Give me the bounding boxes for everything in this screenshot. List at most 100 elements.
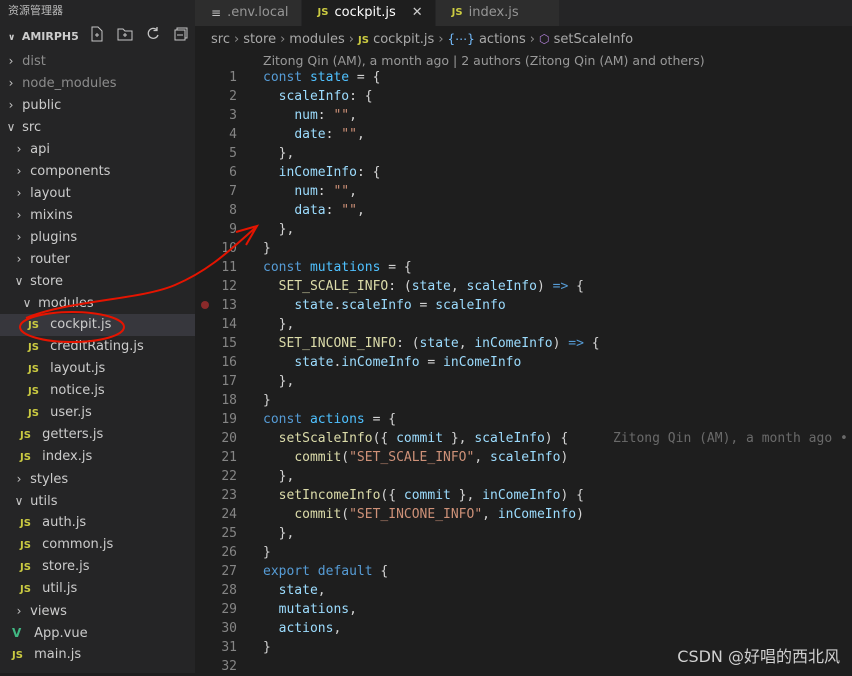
tree-item-utils[interactable]: ∨ utils (0, 490, 195, 512)
tab-env-local[interactable]: ≡ .env.local (195, 0, 302, 26)
code-line: 21 commit("SET_SCALE_INFO", scaleInfo) (195, 448, 852, 467)
collapse-all-icon[interactable] (173, 26, 189, 42)
editor-tabs: ≡ .env.local JS cockpit.js ✕ JS index.js (195, 0, 852, 26)
tree-item-plugins[interactable]: › plugins (0, 226, 195, 248)
tab-index-js[interactable]: JS index.js (435, 0, 560, 26)
tree-item-node-modules[interactable]: › node_modules (0, 72, 195, 94)
tree-label: layout (30, 186, 71, 201)
close-icon[interactable]: ✕ (412, 0, 423, 26)
js-file-icon: JS (20, 562, 31, 573)
breadcrumb-src[interactable]: src (211, 32, 230, 47)
chevron-right-icon: › (529, 32, 535, 47)
project-header[interactable]: ∨ AMIRPH5 (0, 26, 195, 48)
tree-item-cockpit-js[interactable]: JS cockpit.js (0, 314, 195, 336)
code-line: 7 num: "", (195, 182, 852, 201)
js-file-icon: JS (20, 584, 31, 595)
tree-label: common.js (42, 537, 114, 552)
tree-item-store[interactable]: ∨ store (0, 270, 195, 292)
tree-label: mixins (30, 208, 73, 223)
line-number: 25 (221, 526, 237, 541)
code-line: 2 scaleInfo: { (195, 87, 852, 106)
breadcrumb-function[interactable]: setScaleInfo (554, 32, 633, 47)
blame-header[interactable]: Zitong Qin (AM), a month ago | 2 authors… (263, 53, 705, 68)
line-number: 5 (229, 146, 237, 161)
tree-item-mixins[interactable]: › mixins (0, 204, 195, 226)
tree-label: api (30, 142, 50, 157)
tab-label: index.js (468, 5, 519, 20)
chevron-right-icon: › (8, 98, 14, 112)
line-number: 12 (221, 279, 237, 294)
tree-item-app-vue[interactable]: V App.vue (0, 622, 195, 644)
tree-item-modules[interactable]: ∨ modules (0, 292, 195, 314)
tree-item-notice-js[interactable]: JS notice.js (0, 380, 195, 402)
line-number: 16 (221, 355, 237, 370)
tree-label: notice.js (50, 383, 105, 398)
chevron-right-icon: › (16, 230, 22, 244)
breadcrumb-actions[interactable]: actions (479, 32, 526, 47)
code-line: 26} (195, 543, 852, 562)
tree-item-getters-js[interactable]: JS getters.js (0, 424, 195, 446)
tree-item-main-js[interactable]: JS main.js (0, 644, 195, 666)
line-number: 11 (221, 260, 237, 275)
line-number: 13 (221, 298, 237, 313)
code-line: 9 }, (195, 220, 852, 239)
js-file-icon: JS (20, 430, 31, 441)
tree-item-src[interactable]: ∨ src (0, 116, 195, 138)
tree-label: getters.js (42, 427, 104, 442)
tree-item-api[interactable]: › api (0, 138, 195, 160)
tree-label: utils (30, 494, 58, 509)
chevron-right-icon: › (16, 186, 22, 200)
code-line: 11 const mutations = { (195, 258, 852, 277)
chevron-down-icon: ∨ (6, 120, 16, 134)
code-line: 6 inComeInfo: { (195, 163, 852, 182)
breadcrumb-file[interactable]: cockpit.js (373, 32, 434, 47)
tab-cockpit-js[interactable]: JS cockpit.js ✕ (301, 0, 436, 26)
line-number: 24 (221, 507, 237, 522)
tree-item-creditrating-js[interactable]: JS creditRating.js (0, 336, 195, 358)
code-line: 4 date: "", (195, 125, 852, 144)
tree-item-components[interactable]: › components (0, 160, 195, 182)
tree-item-layout[interactable]: › layout (0, 182, 195, 204)
line-number: 26 (221, 545, 237, 560)
line-number: 7 (229, 184, 237, 199)
tree-label: components (30, 164, 111, 179)
code-editor[interactable]: 1 const state = { 2 scaleInfo: { 3 num: "… (195, 68, 852, 676)
tree-item-router[interactable]: › router (0, 248, 195, 270)
js-file-icon: JS (20, 540, 31, 551)
tree-item-common-js[interactable]: JS common.js (0, 534, 195, 556)
tree-item-views[interactable]: › views (0, 600, 195, 622)
code-line: 10} (195, 239, 852, 258)
tree-item-user-js[interactable]: JS user.js (0, 402, 195, 424)
tree-item-util-js[interactable]: JS util.js (0, 578, 195, 600)
tree-item-public[interactable]: › public (0, 94, 195, 116)
chevron-right-icon: › (16, 252, 22, 266)
tree-item-store-js[interactable]: JS store.js (0, 556, 195, 578)
new-file-icon[interactable] (89, 26, 105, 42)
tree-item-styles[interactable]: › styles (0, 468, 195, 490)
code-line: 20 setScaleInfo({ commit }, scaleInfo) {… (195, 429, 852, 448)
chevron-right-icon: › (16, 472, 22, 486)
tree-label: plugins (30, 230, 78, 245)
js-file-icon: JS (28, 386, 39, 397)
tab-label: cockpit.js (334, 5, 396, 20)
breadcrumb-modules[interactable]: modules (289, 32, 345, 47)
tree-item-dist[interactable]: › dist (0, 50, 195, 72)
chevron-right-icon: › (233, 32, 240, 47)
tree-item-layout-js[interactable]: JS layout.js (0, 358, 195, 380)
tree-label: App.vue (34, 626, 88, 641)
line-number: 22 (221, 469, 237, 484)
js-file-icon: JS (451, 7, 463, 18)
tree-item-auth-js[interactable]: JS auth.js (0, 512, 195, 534)
tree-item-index-js[interactable]: JS index.js (0, 446, 195, 468)
breadcrumb-store[interactable]: store (243, 32, 276, 47)
js-file-icon: JS (357, 35, 369, 46)
new-folder-icon[interactable] (117, 26, 133, 42)
tree-label: views (30, 604, 67, 619)
code-line: 28 state, (195, 581, 852, 600)
refresh-icon[interactable] (145, 26, 161, 42)
tree-label: store (30, 274, 64, 289)
line-number: 14 (221, 317, 237, 332)
code-line: 1 const state = { (195, 68, 852, 87)
line-number: 18 (221, 393, 237, 408)
tree-label: main.js (34, 647, 82, 662)
